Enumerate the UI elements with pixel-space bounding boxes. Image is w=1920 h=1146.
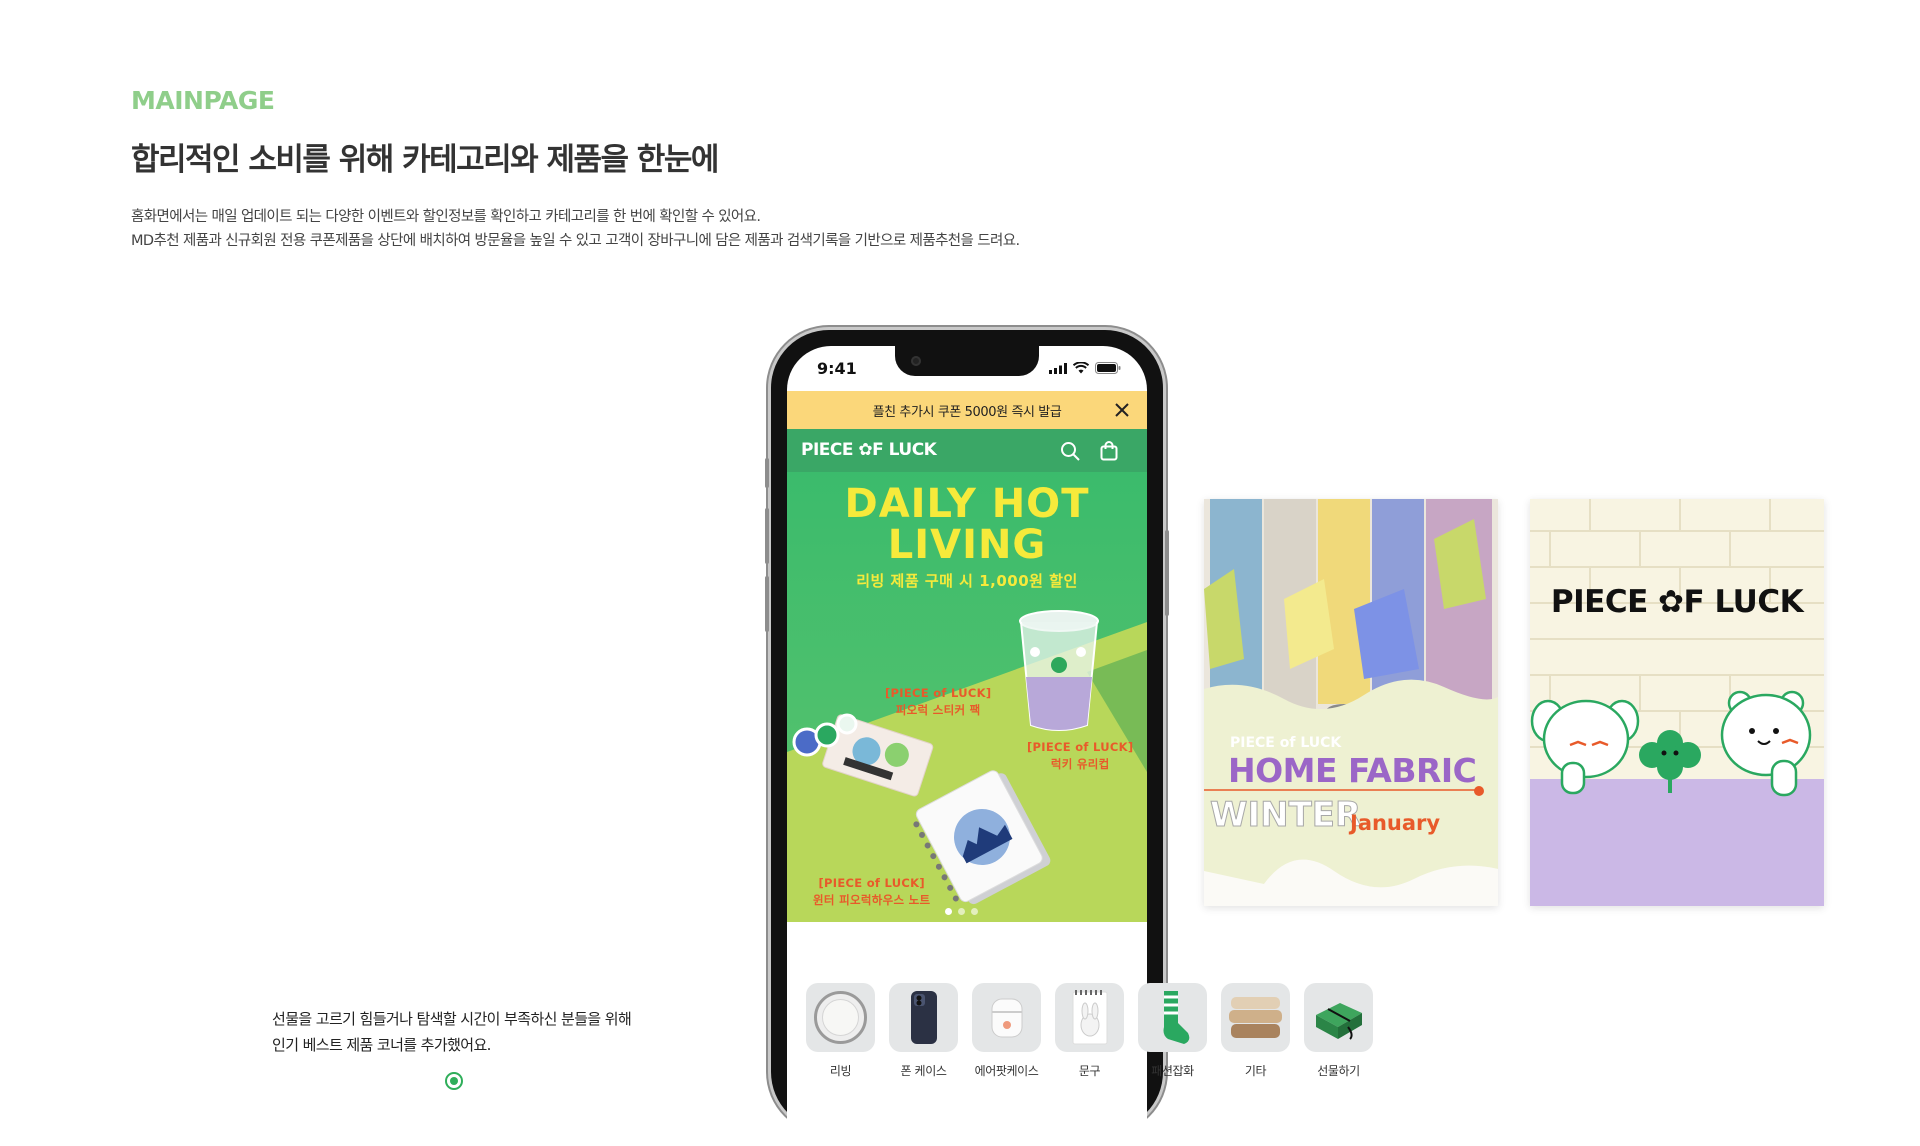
product-brand: [PIECE of LUCK]	[1027, 740, 1134, 754]
pointer-marker-icon	[445, 1072, 463, 1090]
promo-text: 플친 추가시 쿠폰 5000원 즉시 발급	[872, 405, 1062, 420]
category-item-gift[interactable]: 선물하기	[1304, 983, 1373, 1079]
category-item-living[interactable]: 리빙	[806, 983, 875, 1079]
notebook-image	[913, 770, 1051, 905]
fabric-season: WINTER	[1209, 795, 1362, 836]
fabric-month: January	[1350, 811, 1441, 835]
plate-icon	[806, 983, 875, 1052]
status-icons	[1049, 362, 1121, 374]
category-strip: 리빙 폰 케이스 에어팟케이스 문구 패션잡화 기타 선물하기	[806, 983, 1373, 1079]
gift-box-icon	[1304, 983, 1373, 1052]
fabric-brand: PIECE of LUCK	[1230, 735, 1342, 751]
best-corner-note: 선물을 고르기 힘들거나 탐색할 시간이 부족하신 분들을 위해 인기 베스트 …	[272, 1006, 632, 1058]
home-fabric-image	[1204, 499, 1498, 906]
category-label: 에어팟케이스	[974, 1064, 1039, 1078]
search-icon[interactable]	[1059, 440, 1081, 462]
cushion-icon	[1221, 983, 1290, 1052]
battery-icon	[1095, 362, 1121, 374]
category-label: 문구	[1078, 1064, 1101, 1078]
wifi-icon	[1073, 362, 1089, 374]
brand-character-card[interactable]: PIECE ✿F LUCK	[1530, 499, 1824, 906]
airpods-case-icon	[972, 983, 1041, 1052]
carousel-dot[interactable]	[971, 908, 978, 915]
section-eyebrow: MAINPAGE	[131, 86, 275, 115]
category-label: 기타	[1244, 1064, 1267, 1078]
banner-title-line: LIVING	[887, 522, 1047, 568]
category-label: 폰 케이스	[900, 1064, 947, 1078]
fabric-title: HOME FABRIC	[1228, 751, 1477, 790]
phone-power-button	[1165, 530, 1169, 616]
close-icon[interactable]	[1113, 401, 1131, 419]
product-name: 윈터 피오럭하우스 노트	[813, 893, 931, 907]
hero-banner[interactable]: DAILY HOT LIVING 리빙 제품 구매 시 1,000원 할인 [P…	[787, 472, 1147, 922]
home-fabric-card[interactable]: PIECE of LUCK HOME FABRIC WINTER January	[1204, 499, 1498, 906]
phone-notch	[895, 346, 1039, 376]
banner-title-line: DAILY HOT	[844, 481, 1090, 527]
category-item-etc[interactable]: 기타	[1221, 983, 1290, 1079]
category-item-stationery[interactable]: 문구	[1055, 983, 1124, 1079]
brand-card-logo: PIECE ✿F LUCK	[1550, 584, 1804, 620]
status-time: 9:41	[817, 359, 857, 378]
product-brand: [PIECE of LUCK]	[818, 876, 925, 890]
category-label: 패션잡화	[1151, 1064, 1194, 1078]
product-brand: [PIECE of LUCK]	[885, 686, 992, 700]
category-item-phone-case[interactable]: 폰 케이스	[889, 983, 958, 1079]
app-header: PIECE ✿F LUCK	[787, 429, 1147, 472]
notebook-icon	[1055, 983, 1124, 1052]
banner-title: DAILY HOT LIVING	[787, 484, 1147, 566]
note-line: 인기 베스트 제품 코너를 추가했어요.	[272, 1036, 491, 1054]
glass-cup-image	[1019, 610, 1099, 731]
brand-logo[interactable]: PIECE ✿F LUCK	[801, 440, 937, 460]
signal-icon	[1049, 362, 1067, 374]
camera-icon	[911, 356, 921, 366]
product-label: [PIECE of LUCK] 럭키 유리컵	[1027, 739, 1133, 773]
carousel-dot[interactable]	[958, 908, 965, 915]
carousel-dot[interactable]	[945, 908, 952, 915]
note-line: 선물을 고르기 힘들거나 탐색할 시간이 부족하신 분들을 위해	[272, 1010, 632, 1028]
description-line: MD추천 제품과 신규회원 전용 쿠폰제품을 상단에 배치하여 방문율을 높일 …	[131, 233, 1020, 249]
banner-subtitle: 리빙 제품 구매 시 1,000원 할인	[856, 572, 1078, 590]
phone-volume-up	[765, 508, 769, 564]
product-label: [PIECE of LUCK] 윈터 피오럭하우스 노트	[813, 875, 930, 909]
sock-icon	[1138, 983, 1207, 1052]
section-headline: 합리적인 소비를 위해 카테고리와 제품을 한눈에	[131, 142, 719, 178]
phone-volume-down	[765, 576, 769, 632]
category-label: 선물하기	[1317, 1064, 1360, 1078]
section-description: 홈화면에서는 매일 업데이트 되는 다양한 이벤트와 할인정보를 확인하고 카테…	[131, 205, 1020, 253]
phone-side-button	[765, 458, 769, 488]
category-item-fashion[interactable]: 패션잡화	[1138, 983, 1207, 1079]
brick-wall-background	[1530, 499, 1824, 906]
product-name: 럭키 유리컵	[1050, 757, 1110, 771]
product-name: 피오럭 스티커 팩	[895, 703, 981, 717]
carousel-dots	[945, 908, 978, 915]
promo-bar[interactable]: 플친 추가시 쿠폰 5000원 즉시 발급	[787, 391, 1147, 429]
category-item-airpods-case[interactable]: 에어팟케이스	[972, 983, 1041, 1079]
product-label: [PIECE of LUCK] 피오럭 스티커 팩	[885, 685, 991, 719]
description-line: 홈화면에서는 매일 업데이트 되는 다양한 이벤트와 할인정보를 확인하고 카테…	[131, 209, 761, 225]
phone-case-icon	[889, 983, 958, 1052]
category-label: 리빙	[829, 1064, 852, 1078]
shopping-bag-icon[interactable]	[1098, 440, 1120, 462]
